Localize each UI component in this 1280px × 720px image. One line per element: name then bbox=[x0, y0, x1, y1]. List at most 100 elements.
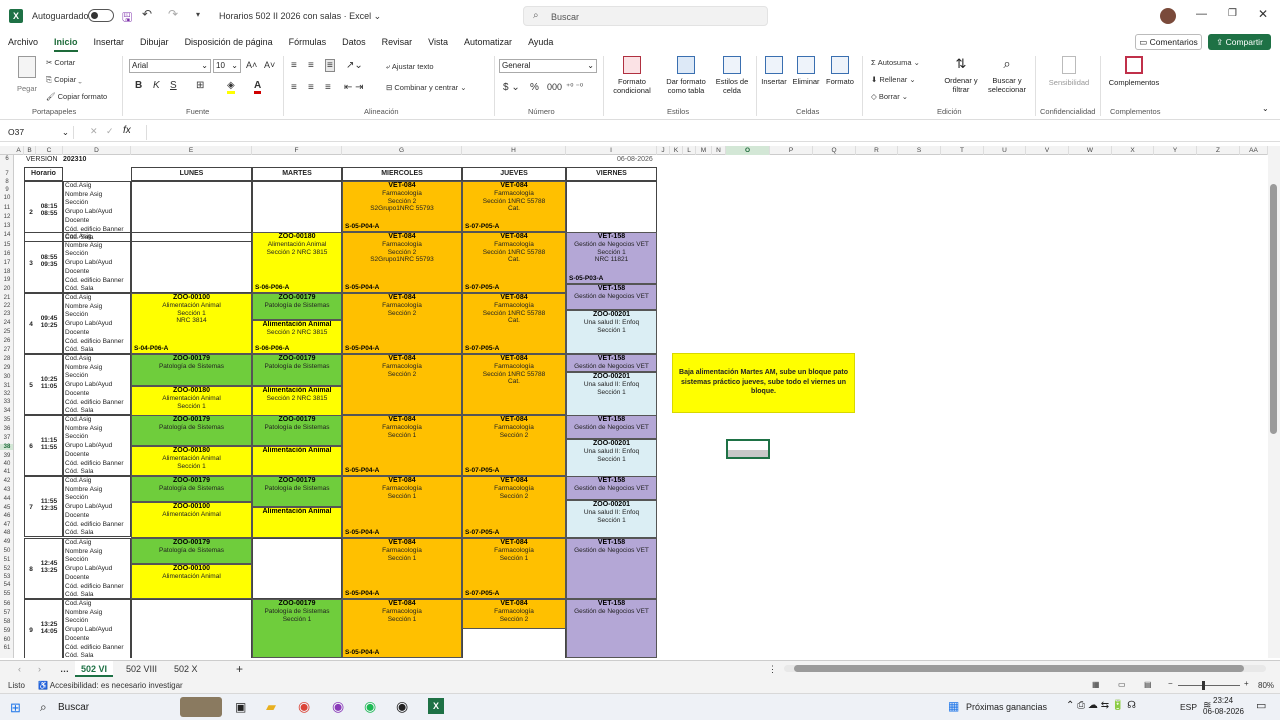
sensitivity-button[interactable]: Sensibilidad bbox=[1042, 56, 1096, 87]
course-cell[interactable]: ZOO-00201 Una salud II: Enfoq Sección 1 bbox=[566, 439, 657, 477]
course-cell[interactable]: VET-158 Gestión de Negocios VET bbox=[566, 538, 657, 599]
row-header[interactable]: 28 bbox=[0, 356, 13, 362]
column-header[interactable]: A bbox=[14, 146, 24, 155]
more-sheets-icon[interactable]: … bbox=[54, 661, 75, 677]
document-title[interactable]: Horarios 502 II 2026 con salas · Excel ⌄ bbox=[219, 11, 381, 22]
row-header[interactable]: 19 bbox=[0, 277, 13, 283]
column-header[interactable]: X bbox=[1112, 146, 1154, 155]
sheet-tab[interactable]: 502 X bbox=[168, 661, 204, 677]
row-header[interactable]: 41 bbox=[0, 469, 13, 475]
worksheet-grid[interactable]: VERSIÓN 202310 06-08-2026 Horario LUNES … bbox=[14, 155, 1268, 658]
collapse-ribbon-icon[interactable]: ⌄ bbox=[1262, 104, 1269, 113]
sheet-tab[interactable]: 502 VIII bbox=[120, 661, 163, 677]
course-cell[interactable]: Alimentación Animal bbox=[252, 507, 342, 538]
column-header[interactable]: AA bbox=[1240, 146, 1268, 155]
row-header[interactable]: 34 bbox=[0, 408, 13, 414]
tab-automatizar[interactable]: Automatizar bbox=[456, 32, 520, 52]
row-header[interactable]: 58 bbox=[0, 619, 13, 625]
header-martes[interactable]: MARTES bbox=[252, 167, 342, 181]
zoom-level[interactable]: 80% bbox=[1258, 681, 1274, 690]
zoom-out-icon[interactable]: − bbox=[1168, 679, 1173, 688]
row-header[interactable]: 40 bbox=[0, 461, 13, 467]
header-jueves[interactable]: JUEVES bbox=[462, 167, 566, 181]
scroll-thumb[interactable] bbox=[1270, 184, 1277, 434]
zoom-in-icon[interactable]: + bbox=[1244, 679, 1249, 688]
tab-formulas[interactable]: Fórmulas bbox=[281, 32, 335, 52]
add-sheet-icon[interactable]: + bbox=[230, 661, 249, 677]
course-cell[interactable]: VET-084 Farmacología Sección 1 S-05-P04-A bbox=[342, 538, 462, 599]
column-header[interactable]: O bbox=[726, 146, 770, 155]
tab-datos[interactable]: Datos bbox=[334, 32, 374, 52]
find-select-button[interactable]: ⌕ Buscar y seleccionar bbox=[984, 56, 1030, 94]
column-header[interactable]: N bbox=[712, 146, 726, 155]
page-layout-icon[interactable]: ▭ bbox=[1118, 680, 1126, 689]
header-viernes[interactable]: VIERNES bbox=[566, 167, 657, 181]
row-header[interactable]: 54 bbox=[0, 582, 13, 588]
row-header[interactable]: 57 bbox=[0, 610, 13, 616]
course-cell[interactable]: ZOO-00180 Alimentación Animal Sección 1 bbox=[131, 386, 252, 416]
row-header[interactable]: 56 bbox=[0, 601, 13, 607]
row-header[interactable]: 61 bbox=[0, 645, 13, 651]
align-top-icon[interactable]: ≡ bbox=[291, 60, 297, 71]
taskbar-search[interactable]: Buscar bbox=[58, 702, 89, 713]
row-header[interactable]: 52 bbox=[0, 566, 13, 572]
course-cell[interactable]: VET-084 Farmacología Sección 2 S2Grupo1NRC … bbox=[342, 181, 462, 232]
column-header[interactable]: M bbox=[696, 146, 712, 155]
tab-revisar[interactable]: Revisar bbox=[374, 32, 421, 52]
currency-icon[interactable]: $ ⌄ bbox=[503, 82, 520, 93]
row-header[interactable]: 35 bbox=[0, 417, 13, 423]
clear-button[interactable]: ◇ Borrar ⌄ bbox=[871, 92, 908, 101]
autosum-button[interactable]: Σ Autosuma ⌄ bbox=[871, 58, 920, 67]
column-header[interactable]: V bbox=[1026, 146, 1069, 155]
column-header[interactable]: P bbox=[770, 146, 813, 155]
row-header[interactable]: 15 bbox=[0, 242, 13, 248]
row-header[interactable]: 14 bbox=[0, 232, 13, 238]
row-header[interactable]: 18 bbox=[0, 269, 13, 275]
schedule-cell[interactable] bbox=[252, 538, 342, 599]
column-header[interactable]: U bbox=[984, 146, 1026, 155]
format-table-button[interactable]: Dar formato como tabla bbox=[660, 56, 712, 95]
row-header[interactable]: 11 bbox=[0, 205, 13, 211]
column-header[interactable]: R bbox=[856, 146, 898, 155]
row-header[interactable]: 8 bbox=[0, 179, 13, 185]
prev-sheet-icon[interactable]: ‹ bbox=[12, 661, 27, 677]
row-header[interactable]: 44 bbox=[0, 496, 13, 502]
accessibility-status[interactable]: ♿ Accesibilidad: es necesario investigar bbox=[38, 681, 183, 690]
format-painter-button[interactable]: 🖌 Copiar formato bbox=[46, 92, 107, 101]
news-widget[interactable]: Próximas ganancias bbox=[966, 702, 1047, 712]
column-header[interactable]: F bbox=[252, 146, 342, 155]
block-time[interactable]: 11:15 11:55 bbox=[36, 415, 63, 476]
course-cell[interactable]: ZOO-00179 Patología de Sistemas Sección 1 bbox=[252, 599, 342, 658]
autosave-toggle[interactable] bbox=[88, 9, 114, 22]
insert-cells-button[interactable]: Insertar bbox=[759, 56, 789, 86]
row-header[interactable]: 25 bbox=[0, 329, 13, 335]
row-header[interactable]: 13 bbox=[0, 223, 13, 229]
search-box[interactable]: ⌕ Buscar bbox=[523, 6, 768, 26]
row-header[interactable]: 47 bbox=[0, 522, 13, 528]
windows-start-icon[interactable]: ⊞ bbox=[10, 700, 21, 716]
row-header[interactable]: 42 bbox=[0, 478, 13, 484]
format-cells-button[interactable]: Formato bbox=[824, 56, 856, 86]
tab-dibujar[interactable]: Dibujar bbox=[132, 32, 177, 52]
undo-icon[interactable]: ↶ bbox=[142, 7, 152, 21]
course-cell[interactable]: VET-158 Gestión de Negocios VET bbox=[566, 284, 657, 310]
percent-icon[interactable]: % bbox=[530, 82, 539, 93]
merge-center-button[interactable]: ⊟ Combinar y centrar ⌄ bbox=[386, 83, 467, 92]
schedule-cell[interactable] bbox=[131, 232, 252, 293]
course-cell[interactable]: VET-084 Farmacología Sección 1 S-05-P04-A bbox=[342, 415, 462, 476]
course-cell[interactable]: ZOO-00100 Alimentación Animal bbox=[131, 502, 252, 538]
column-header[interactable]: I bbox=[566, 146, 657, 155]
row-header[interactable]: 32 bbox=[0, 391, 13, 397]
name-box[interactable]: O37 ⌄ bbox=[4, 126, 74, 139]
header-horario[interactable]: Horario bbox=[24, 167, 63, 181]
font-size-select[interactable]: 10 ⌄ bbox=[213, 59, 241, 73]
block-time[interactable]: 08:55 09:35 bbox=[36, 232, 63, 293]
course-cell[interactable]: ZOO-00179 Patología de Sistemas bbox=[131, 476, 252, 502]
paste-button[interactable]: Pegar bbox=[12, 56, 42, 96]
chrome-icon[interactable]: ◉ bbox=[298, 698, 310, 715]
block-time[interactable]: 09:45 10:25 bbox=[36, 293, 63, 354]
tab-insertar[interactable]: Insertar bbox=[86, 32, 133, 52]
course-cell[interactable]: VET-084 Farmacología Sección 2 S-07-P05-A bbox=[462, 476, 566, 538]
column-header[interactable]: S bbox=[898, 146, 941, 155]
course-cell[interactable]: ZOO-00201 Una salud II: Enfoq Sección 1 bbox=[566, 500, 657, 538]
